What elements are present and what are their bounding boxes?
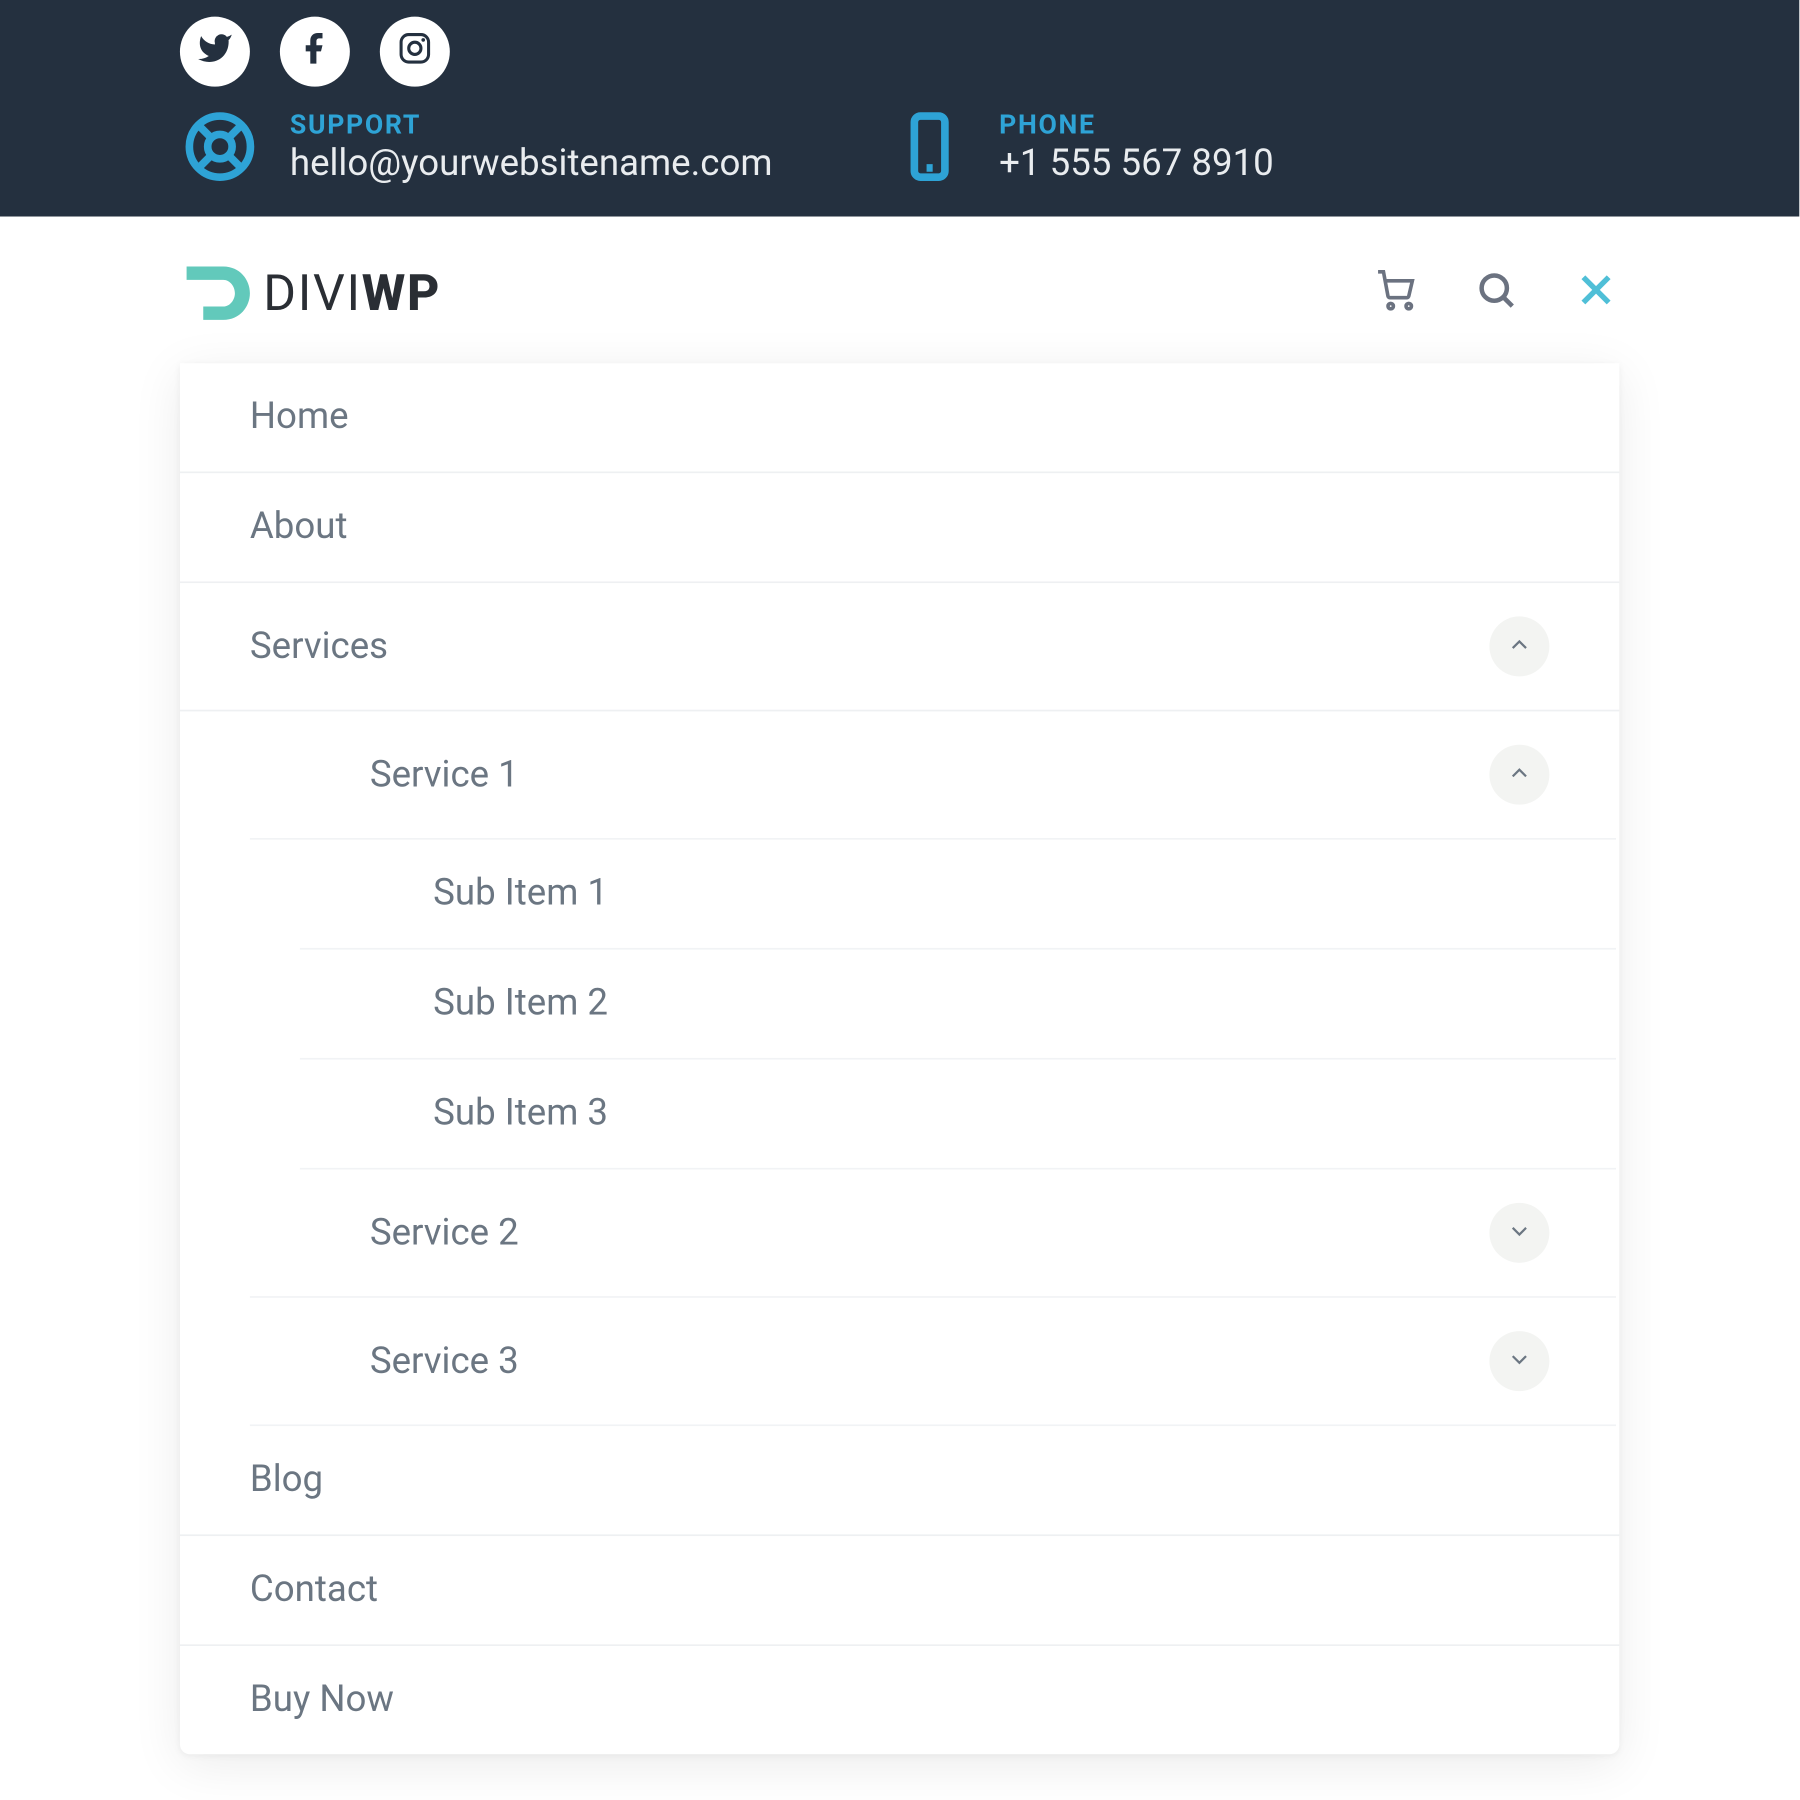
menu-label-service-3: Service 3 [370,1340,519,1382]
menu-label-service-2: Service 2 [370,1212,519,1254]
menu-label-services: Services [250,626,388,668]
menu-label-about: About [250,506,348,548]
twitter-link[interactable] [180,17,250,87]
menu-label-sub-3: Sub Item 3 [433,1093,608,1135]
collapse-services-button[interactable] [1489,616,1549,676]
chevron-up-icon [1506,754,1533,796]
menu-item-contact[interactable]: Contact [180,1536,1619,1646]
menu-item-service-1[interactable]: Service 1 [250,711,1616,839]
cart-icon [1374,268,1417,318]
menu-label-sub-2: Sub Item 2 [433,983,608,1025]
menu-item-sub-2[interactable]: Sub Item 2 [300,950,1616,1060]
instagram-icon [397,30,434,73]
support-block: SUPPORT hello@yourwebsitename.com [180,107,773,187]
menu-label-home: Home [250,397,349,439]
menu-item-buy-now[interactable]: Buy Now [180,1646,1619,1754]
header: DIVIWP [0,217,1799,364]
instagram-link[interactable] [380,17,450,87]
service-1-submenu: Sub Item 1 Sub Item 2 Sub Item 3 [180,840,1619,1170]
menu-label-service-1: Service 1 [370,754,519,796]
logo[interactable]: DIVIWP [180,257,441,330]
facebook-link[interactable] [280,17,350,87]
social-links-row [180,17,1619,87]
expand-service-3-button[interactable] [1489,1331,1549,1391]
mobile-menu: Home About Services Service 1 Sub Item 1 [180,363,1619,1754]
search-icon [1474,268,1517,318]
menu-item-sub-3[interactable]: Sub Item 3 [300,1060,1616,1170]
chevron-up-icon [1506,626,1533,668]
menu-item-home[interactable]: Home [180,363,1619,473]
chevron-down-icon [1506,1340,1533,1382]
close-menu-button[interactable] [1573,270,1620,317]
menu-item-service-2[interactable]: Service 2 [250,1170,1616,1298]
menu-label-buy-now: Buy Now [250,1679,394,1721]
support-label: SUPPORT [290,108,773,140]
contact-row: SUPPORT hello@yourwebsitename.com PHONE … [180,107,1619,187]
menu-label-blog: Blog [250,1459,323,1501]
logo-text: DIVIWP [263,264,441,322]
menu-item-service-3[interactable]: Service 3 [250,1298,1616,1426]
menu-item-about[interactable]: About [180,473,1619,583]
twitter-icon [197,30,234,73]
cart-button[interactable] [1373,270,1420,317]
menu-item-blog[interactable]: Blog [180,1426,1619,1536]
phone-icon [889,107,969,187]
menu-item-sub-1[interactable]: Sub Item 1 [300,840,1616,950]
services-submenu: Service 1 Sub Item 1 Sub Item 2 Sub Item… [180,711,1619,1426]
phone-value[interactable]: +1 555 567 8910 [999,143,1274,185]
phone-label: PHONE [999,108,1274,140]
chevron-down-icon [1506,1212,1533,1254]
menu-label-contact: Contact [250,1569,378,1611]
facebook-icon [297,30,334,73]
support-value[interactable]: hello@yourwebsitename.com [290,143,773,185]
expand-service-2-button[interactable] [1489,1203,1549,1263]
phone-block: PHONE +1 555 567 8910 [889,107,1274,187]
logo-mark-icon [180,257,253,330]
collapse-service-1-button[interactable] [1489,745,1549,805]
close-icon [1574,268,1617,318]
menu-label-sub-1: Sub Item 1 [433,873,608,915]
topbar: SUPPORT hello@yourwebsitename.com PHONE … [0,0,1799,217]
search-button[interactable] [1473,270,1520,317]
header-actions [1373,270,1620,317]
lifebuoy-icon [180,107,260,187]
menu-item-services[interactable]: Services [180,583,1619,711]
